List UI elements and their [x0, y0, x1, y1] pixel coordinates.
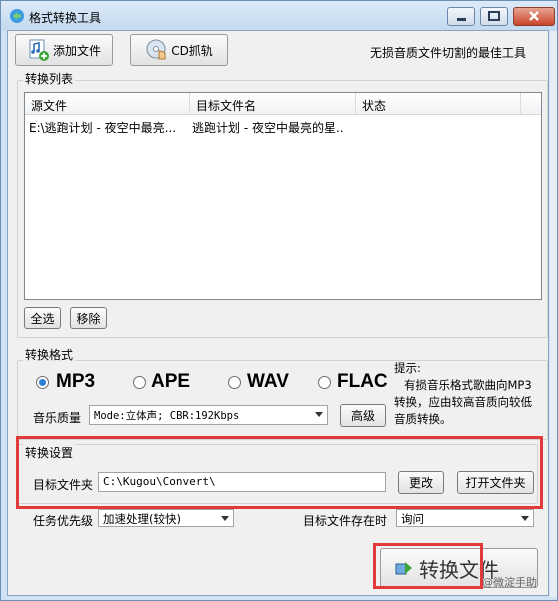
priority-label: 任务优先级 [33, 514, 94, 528]
format-title: 转换格式 [23, 346, 76, 363]
cd-icon [146, 39, 166, 60]
format-label-wav: WAV [247, 371, 289, 392]
convert-highlight [373, 543, 483, 589]
settings-highlight [16, 436, 543, 509]
list-header: 源文件 目标文件名 状态 [25, 93, 541, 115]
select-all-button[interactable]: 全选 [24, 307, 61, 329]
watermark-text: @微淀手助 [482, 576, 537, 589]
quality-value: Mode:立体声; CBR:192Kbps [94, 410, 240, 422]
format-label-mp3: MP3 [56, 371, 96, 392]
chevron-down-icon [221, 516, 229, 521]
list-item-target: 逃跑计划 - 夜空中最亮的星.. [192, 121, 344, 135]
add-file-icon [29, 39, 49, 61]
list-item[interactable]: E:\逃跑计划 - 夜空中最亮... 逃跑计划 - 夜空中最亮的星.. [25, 117, 541, 135]
slogan-text: 无损音质文件切割的最佳工具 [370, 46, 527, 60]
window-title: 格式转换工具 [29, 11, 102, 25]
right-edge-strip [550, 31, 557, 597]
advanced-button[interactable]: 高级 [340, 404, 386, 427]
format-label-flac: FLAC [337, 371, 388, 392]
format-label-ape: APE [151, 371, 191, 392]
add-file-button[interactable]: 添加文件 [15, 34, 113, 66]
format-hint: 提示: 有损音乐格式歌曲向MP3转换，应由较高音质向较低音质转换。 [394, 360, 542, 428]
hint-body: 有损音乐格式歌曲向MP3转换，应由较高音质向较低音质转换。 [394, 378, 532, 426]
app-icon [10, 9, 24, 23]
convert-list-view[interactable]: 源文件 目标文件名 状态 E:\逃跑计划 - 夜空中最亮... 逃跑计划 - 夜… [24, 92, 542, 300]
remove-button[interactable]: 移除 [70, 307, 107, 329]
cd-rip-button[interactable]: CD抓轨 [130, 34, 228, 66]
radio-mp3[interactable] [36, 376, 49, 389]
cd-rip-label: CD抓轨 [171, 43, 213, 58]
radio-ape[interactable] [133, 376, 146, 389]
column-status[interactable]: 状态 [356, 93, 521, 115]
title-bar[interactable]: 格式转换工具 [1, 1, 557, 31]
chevron-down-icon [315, 412, 323, 417]
exists-label: 目标文件存在时 [303, 514, 388, 528]
exists-value: 询问 [401, 512, 424, 526]
close-icon [529, 11, 539, 21]
quality-select[interactable]: Mode:立体声; CBR:192Kbps [89, 405, 328, 425]
maximize-icon [488, 11, 500, 21]
hint-title: 提示: [394, 361, 421, 375]
add-file-label: 添加文件 [52, 43, 101, 58]
list-item-source: E:\逃跑计划 - 夜空中最亮... [29, 121, 177, 135]
chevron-down-icon [521, 516, 529, 521]
convert-list-title: 转换列表 [23, 70, 76, 87]
priority-value: 加速处理(较快) [103, 512, 181, 526]
maximize-button[interactable] [480, 7, 508, 26]
minimize-button[interactable] [447, 7, 475, 26]
minimize-icon [457, 18, 466, 21]
close-button[interactable] [513, 7, 555, 26]
column-target[interactable]: 目标文件名 [190, 93, 356, 115]
radio-wav[interactable] [228, 376, 241, 389]
exists-select[interactable]: 询问 [396, 509, 534, 527]
priority-select[interactable]: 加速处理(较快) [98, 509, 234, 527]
column-source[interactable]: 源文件 [25, 93, 190, 115]
quality-label: 音乐质量 [33, 411, 82, 425]
radio-flac[interactable] [318, 376, 331, 389]
